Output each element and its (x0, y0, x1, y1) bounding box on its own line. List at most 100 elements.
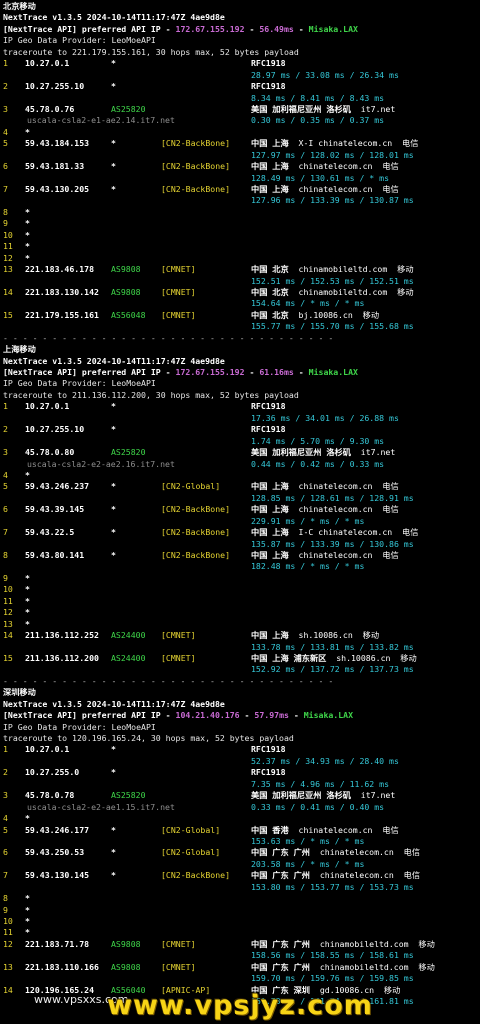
hop-row: 8 * (3, 893, 480, 904)
hop-ip: 10.27.0.1 (25, 744, 70, 755)
hop-number: 9 (3, 572, 8, 583)
hop-domain: chinamobileltd.com 移动 (319, 961, 435, 972)
hop-geo-text: 中国 上海 (251, 630, 289, 641)
hop-number: 15 (3, 652, 13, 663)
section-separator: - - - - - - - - - - - - - - - - - - - - … (3, 675, 334, 686)
hop-number: 9 (3, 218, 8, 229)
hop-ip: 59.43.130.205 (25, 184, 90, 194)
hop-detail-row: 52.37 ms / 34.93 ms / 28.40 ms (3, 756, 480, 767)
hop-number: 12 (3, 938, 13, 949)
hop-detail-row: 152.51 ms / 152.53 ms / 152.51 ms (3, 276, 480, 287)
hop-tag: [CN2-Global] (161, 481, 221, 492)
hop-geo-text: 中国 上海 (251, 184, 289, 194)
hop-detail-row: 128.85 ms / 128.61 ms / 128.91 ms (3, 493, 480, 504)
hop-row: 1 10.27.0.1 * RFC1918 (3, 58, 480, 69)
hop-row: 10 * (3, 916, 480, 927)
hop-number: 4 (3, 469, 8, 480)
hop-detail-row: 155.77 ms / 155.70 ms / 155.68 ms (3, 321, 480, 332)
hop-number: 12 (3, 607, 13, 618)
hop-geo: RFC1918 (251, 81, 286, 92)
hop-geo: 美国 加利福尼亚州 洛杉矶 it7.net (251, 104, 395, 115)
hop-geo: 中国 上海 X-I chinatelecom.cn 电信 (251, 138, 418, 149)
hop-asn: * (111, 81, 116, 92)
hop-number: 5 (3, 481, 8, 492)
hop-geo: RFC1918 (251, 401, 286, 412)
hop-row: 6 59.43.181.33 * [CN2-BackBone] 中国 上海 chinat… (3, 161, 480, 172)
hop-ip: * (25, 229, 30, 240)
section-title: 深圳移动 (3, 687, 36, 698)
hop-number: 13 (3, 264, 13, 275)
hop-asn: * (111, 424, 116, 435)
hop-ip: * (25, 241, 30, 252)
hop-ip: * (25, 813, 30, 824)
hop-detail-row: 152.92 ms / 137.72 ms / 137.73 ms (3, 664, 480, 675)
hop-domain: chinatelecom.cn 电信 (298, 824, 399, 835)
hop-row: 12 * (3, 253, 480, 264)
hop-ip: 221.179.155.161 (25, 309, 99, 320)
version-text: NextTrace v1.3.5 2024-10-14T11:17:47Z 4a… (3, 12, 225, 23)
hop-number: 7 (3, 870, 8, 881)
hop-number: 8 (3, 893, 8, 904)
hop-row: 3 45.78.0.76 AS25820 美国 加利福尼亚州 洛杉矶 it7.net (3, 104, 480, 115)
hop-geo-text: 中国 上海 (251, 481, 289, 492)
hop-number: 10 (3, 916, 13, 926)
hop-row: 3 45.78.0.80 AS25820 美国 加利福尼亚州 洛杉矶 it7.net (3, 447, 480, 458)
hop-row: 15 221.179.155.161 AS56048 [CMNET] 中国 北京 bj.… (3, 310, 480, 321)
terminal-output: 北京移动 NextTrace v1.3.5 2024-10-14T11:17:47… (0, 0, 480, 1008)
hop-ip: 10.27.255.10 (25, 81, 85, 92)
hop-ip: 10.27.255.10 (25, 424, 85, 435)
hop-number: 10 (3, 229, 13, 240)
hop-ip: * (25, 607, 30, 618)
hop-asn: * (111, 138, 116, 149)
hop-asn: AS9808 (111, 961, 141, 972)
hop-detail-row: uscala-csla2-e2-ae1.15.it7.net 0.33 ms / … (3, 802, 480, 813)
hop-row: 10 * (3, 230, 480, 241)
hop-detail-row: 133.78 ms / 133.81 ms / 133.82 ms (3, 642, 480, 653)
hop-geo: RFC1918 (251, 424, 286, 435)
hop-asn: * (111, 824, 116, 835)
hop-number: 1 (3, 401, 8, 412)
site-logo: www.vpsjyz.com (107, 990, 373, 1021)
hop-tag: [CN2-BackBone] (161, 138, 231, 149)
hop-geo-text: 美国 加利福尼亚州 洛杉矶 (251, 790, 351, 801)
hop-rtt: 17.36 ms / 34.01 ms / 26.88 ms (251, 412, 399, 423)
hop-detail-row: 17.36 ms / 34.01 ms / 26.88 ms (3, 413, 480, 424)
geo-provider-line: IP Geo Data Provider: LeoMoeAPI (3, 378, 156, 389)
hop-asn: AS56048 (111, 309, 146, 320)
hop-number: 8 (3, 550, 8, 560)
geo-provider-line: IP Geo Data Provider: LeoMoeAPI (3, 721, 156, 732)
hop-tag: [CMNET] (161, 264, 196, 275)
hop-geo: 中国 上海 chinatelecom.cn 电信 (251, 184, 399, 195)
hop-ip: * (25, 904, 30, 915)
hop-row: 9 * (3, 218, 480, 229)
hop-asn: * (111, 504, 116, 515)
hop-rtt: 153.63 ms / * ms / * ms (251, 835, 365, 846)
hop-row: 2 10.27.255.10 * RFC1918 (3, 81, 480, 92)
hop-number: 4 (3, 126, 8, 137)
hop-row: 6 59.43.39.145 * [CN2-BackBone] 中国 上海 chinat… (3, 504, 480, 515)
hop-geo-text: 美国 加利福尼亚州 洛杉矶 (251, 103, 351, 114)
version-line: NextTrace v1.3.5 2024-10-14T11:17:47Z 4a… (3, 356, 480, 367)
hop-geo-text: 中国 广东 广州 (251, 938, 310, 949)
geo-provider-line: IP Geo Data Provider: LeoMoeAPI (3, 35, 156, 46)
hop-detail-row: 154.64 ms / * ms / * ms (3, 298, 480, 309)
api-ip: 172.67.155.192 (175, 367, 245, 377)
hop-ip: 59.43.80.141 (25, 550, 85, 560)
hop-row: 4 * (3, 470, 480, 481)
hop-asn: * (111, 401, 116, 412)
hop-tag: [CN2-BackBone] (161, 504, 231, 515)
hop-geo: 中国 香港 chinatelecom.cn 电信 (251, 825, 399, 836)
version-line: NextTrace v1.3.5 2024-10-14T11:17:47Z 4a… (3, 12, 480, 23)
version-text: NextTrace v1.3.5 2024-10-14T11:17:47Z 4a… (3, 698, 225, 709)
hop-geo-text: RFC1918 (251, 744, 286, 755)
hop-detail-row: 128.49 ms / 130.61 ms / * ms (3, 173, 480, 184)
hop-detail-row: 1.74 ms / 5.70 ms / 9.30 ms (3, 436, 480, 447)
hop-geo-text: 中国 广东 广州 (251, 870, 310, 881)
hop-row: 5 59.43.184.153 * [CN2-BackBone] 中国 上海 X-I c… (3, 138, 480, 149)
hop-number: 6 (3, 161, 8, 172)
hop-number: 8 (3, 206, 8, 217)
hop-domain: sh.10086.cn 移动 (298, 630, 380, 641)
hop-row: 1 10.27.0.1 * RFC1918 (3, 744, 480, 755)
hop-ip: 221.183.46.178 (25, 264, 95, 275)
trace-section: 上海移动 NextTrace v1.3.5 2024-10-14T11:17:47… (3, 344, 480, 687)
